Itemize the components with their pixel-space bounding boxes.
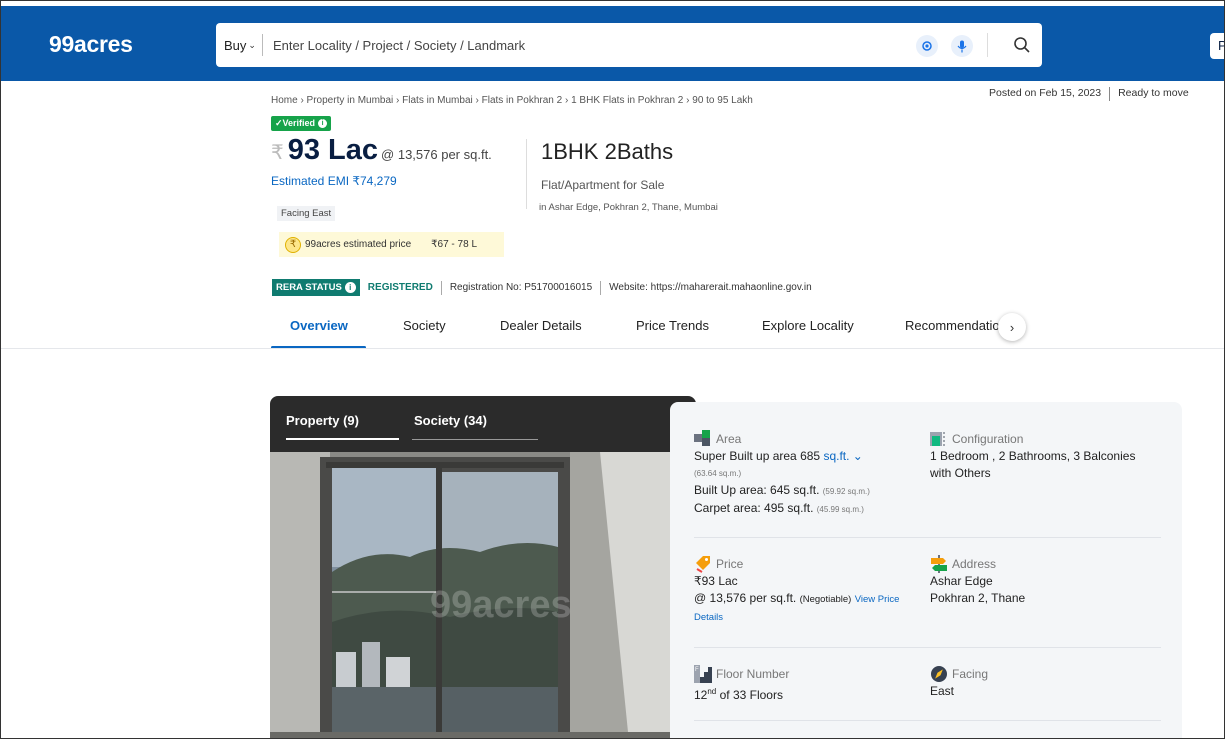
watermark: 99acres <box>430 584 572 626</box>
rera-divider <box>600 280 602 295</box>
configuration-detail: Configuration 1 Bedroom , 2 Bathrooms, 3… <box>930 430 1160 482</box>
posting-divider <box>1109 87 1111 101</box>
super-built-area: Super Built up area 685 sq.ft. ⌄ <box>694 449 863 463</box>
facing-value: East <box>930 684 955 698</box>
address-line-1: Ashar Edge <box>930 574 993 588</box>
summary-divider <box>526 139 527 209</box>
gallery-tab-rule <box>412 439 538 440</box>
area-label: Area <box>694 430 904 448</box>
price-detail: Price ₹93 Lac @ 13,576 per sq.ft. (Negot… <box>694 555 909 626</box>
location-icon[interactable] <box>916 35 938 57</box>
signpost-icon <box>931 555 947 573</box>
section-tabs: Overview Society Dealer Details Price Tr… <box>271 313 1031 349</box>
buy-dropdown[interactable]: Buy ⌄ <box>216 34 263 56</box>
verified-badge[interactable]: ✓Verified i <box>271 116 332 131</box>
estimate-range: ₹67 - 78 L <box>431 239 478 250</box>
address-label: Address <box>930 555 1160 573</box>
floor-value: 12nd of 33 Floors <box>694 687 783 702</box>
tab-price-trends[interactable]: Price Trends <box>636 318 709 333</box>
rera-divider <box>440 280 442 295</box>
chevron-down-icon: ⌄ <box>248 39 256 50</box>
rera-status-label: RERA STATUS <box>276 282 342 293</box>
microphone-icon[interactable] <box>951 35 973 57</box>
posting-info: Posted on Feb 15, 2023 Ready to move <box>989 87 1189 101</box>
tab-society-photos[interactable]: Society (34) <box>414 413 487 428</box>
top-strip <box>1 1 1224 6</box>
address-line-2: Pokhran 2, Thane <box>930 591 1026 605</box>
breadcrumb[interactable]: Home › Property in Mumbai › Flats in Mum… <box>271 95 753 106</box>
rupee-icon: ₹ <box>271 142 284 164</box>
photo-gallery[interactable]: Property (9) Society (34) 99acres <box>270 396 696 739</box>
super-built-area-sqm: (63.64 sq.m.) <box>694 469 742 478</box>
floor-detail: F Floor Number 12nd of 33 Floors <box>694 665 904 704</box>
area-icon <box>694 430 710 446</box>
tab-property-photos[interactable]: Property (9) <box>286 413 359 428</box>
info-icon: i <box>344 282 356 293</box>
chevron-right-icon[interactable]: › <box>998 313 1026 341</box>
posted-date: Posted on Feb 15, 2023 <box>989 87 1102 99</box>
rupee-coin-icon: ₹ <box>285 236 301 253</box>
detail-divider <box>694 647 1161 648</box>
property-details-card: Area Super Built up area 685 sq.ft. ⌄ (6… <box>670 402 1182 738</box>
possession-status: Ready to move <box>1118 87 1189 99</box>
configuration-value: 1 Bedroom , 2 Bathrooms, 3 Balconies wit… <box>930 449 1136 480</box>
info-icon: i <box>318 119 328 128</box>
post-property-button[interactable]: P <box>1210 33 1224 59</box>
facing-label: Facing <box>930 665 1160 683</box>
rera-registered: REGISTERED <box>367 282 433 293</box>
tab-society[interactable]: Society <box>403 318 446 333</box>
price-tag-icon <box>696 556 710 573</box>
search-divider <box>987 33 988 57</box>
detail-divider <box>694 720 1161 721</box>
price-per-sqft-detail: @ 13,576 per sq.ft. (Negotiable) View Pr… <box>694 591 900 623</box>
search-bar: Buy ⌄ <box>216 23 1042 67</box>
top-header: 99acres Buy ⌄ P <box>1 1 1224 81</box>
verified-label: ✓Verified <box>275 118 316 128</box>
unit-dropdown[interactable]: sq.ft. ⌄ <box>823 449 862 463</box>
listing-price: 93 Lac <box>287 134 379 166</box>
search-input[interactable] <box>272 37 873 53</box>
estimated-price-banner[interactable]: ₹ 99acres estimated price ₹67 - 78 L <box>279 232 504 257</box>
rera-row: RERA STATUS i REGISTERED Registration No… <box>272 279 812 296</box>
estimated-emi-link[interactable]: Estimated EMI ₹74,279 <box>271 174 397 188</box>
tabs-divider <box>1 348 1224 349</box>
price-row: ₹ 93 Lac @ 13,576 per sq.ft. <box>271 134 492 167</box>
search-icon[interactable] <box>1010 33 1034 57</box>
area-detail: Area Super Built up area 685 sq.ft. ⌄ (6… <box>694 430 904 518</box>
active-gallery-tab-indicator <box>286 438 399 440</box>
bhk-heading: 1BHK 2Baths <box>541 139 674 164</box>
rera-registration-number: Registration No: P51700016015 <box>449 282 593 293</box>
rera-website[interactable]: Website: https://maharerait.mahaonline.g… <box>609 282 812 293</box>
svg-text:F: F <box>695 667 699 673</box>
floor-label: F Floor Number <box>694 665 904 683</box>
built-up-area: Built Up area: 645 sq.ft. (59.92 sq.m.) <box>694 483 870 497</box>
tab-dealer-details[interactable]: Dealer Details <box>500 318 582 333</box>
address-detail: Address Ashar Edge Pokhran 2, Thane <box>930 555 1160 607</box>
detail-divider <box>694 537 1161 538</box>
floor-icon: F <box>694 665 712 683</box>
configuration-icon <box>930 432 945 446</box>
property-location[interactable]: in Ashar Edge, Pokhran 2, Thane, Mumbai <box>539 202 718 213</box>
page: 99acres Buy ⌄ P Home › Property in Mumba… <box>0 0 1225 739</box>
buy-label: Buy <box>224 37 247 53</box>
facing-detail: Facing East <box>930 665 1160 700</box>
logo[interactable]: 99acres <box>49 31 133 58</box>
price-label: Price <box>694 555 909 573</box>
price-per-sqft: @ 13,576 per sq.ft. <box>381 147 492 162</box>
price-value: ₹93 Lac <box>694 574 738 588</box>
property-type: Flat/Apartment for Sale <box>541 178 665 192</box>
configuration-label: Configuration <box>930 430 1160 448</box>
rera-status-badge[interactable]: RERA STATUS i <box>272 279 360 296</box>
tab-recommendations[interactable]: Recommendatio <box>905 318 1000 333</box>
tab-overview[interactable]: Overview <box>290 318 348 333</box>
carpet-area: Carpet area: 495 sq.ft. (45.99 sq.m.) <box>694 501 864 515</box>
estimate-label: 99acres estimated price <box>305 239 412 250</box>
facing-tag: Facing East <box>277 206 336 221</box>
property-photo[interactable]: 99acres <box>270 452 696 739</box>
tab-explore-locality[interactable]: Explore Locality <box>762 318 854 333</box>
compass-icon <box>931 666 947 682</box>
